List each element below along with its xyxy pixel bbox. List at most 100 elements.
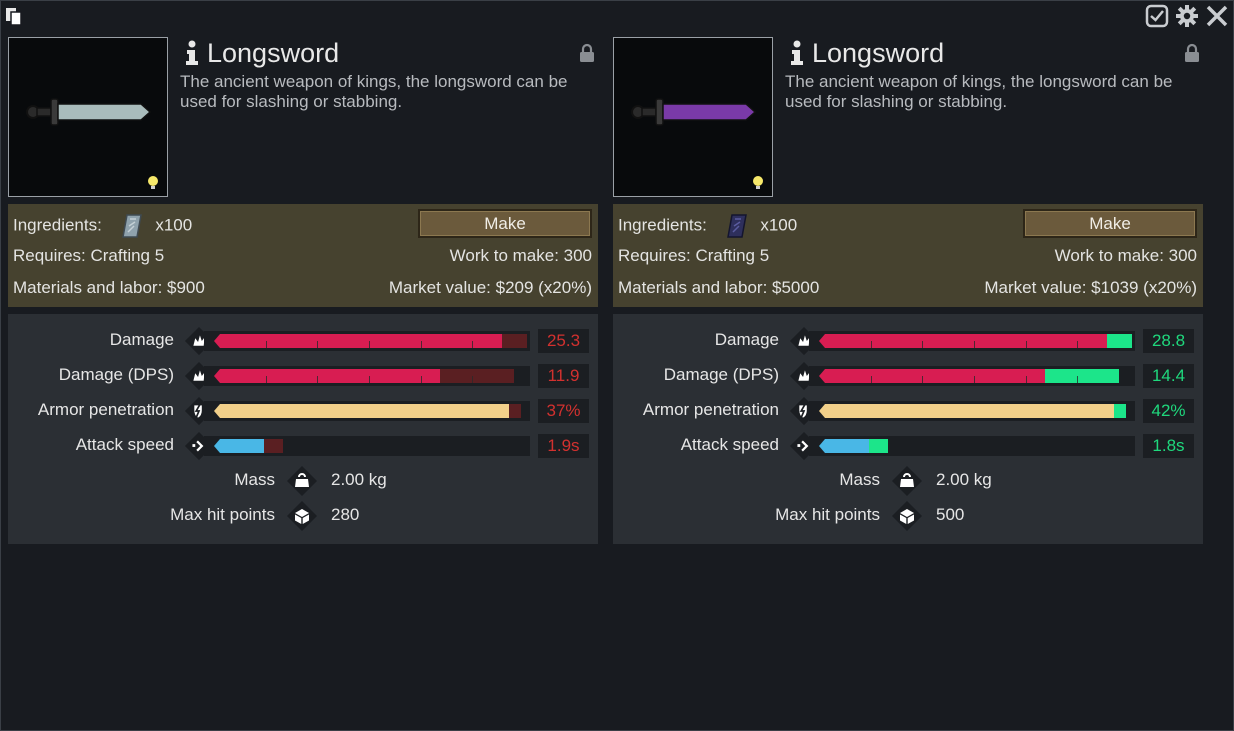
stat-attack-speed: Attack speed 1.8s xyxy=(613,431,1203,461)
item-description: The ancient weapon of kings, the longswo… xyxy=(785,72,1173,111)
stat-bar xyxy=(809,331,1135,351)
lock-icon[interactable] xyxy=(1184,43,1200,63)
stat-bar-diff xyxy=(869,439,888,453)
stats-section: Damage 25.3 Damage (DPS) 11.9 Armor pene… xyxy=(8,314,598,544)
item-thumbnail xyxy=(8,37,168,197)
stat-bar-tick xyxy=(369,341,370,348)
stat-value: 37% xyxy=(538,399,589,423)
stat-bar-tick xyxy=(974,376,975,383)
close-icon[interactable] xyxy=(1205,4,1229,28)
stat-bar-tick xyxy=(871,376,872,383)
stat-bar-tick xyxy=(1026,341,1027,348)
item-name: Longsword xyxy=(812,38,945,68)
requires-text: Requires: Crafting 5 xyxy=(618,246,770,265)
stat-damage: Damage 25.3 xyxy=(8,326,598,356)
stat-bar xyxy=(204,331,530,351)
ingredients-row: Ingredients: x100 xyxy=(13,213,192,239)
stat-value: 1.8s xyxy=(1143,434,1194,458)
stat-label: Damage (DPS) xyxy=(58,365,174,384)
work-to-make: Work to make: 300 xyxy=(1054,246,1197,265)
stat-bar-diff xyxy=(1107,334,1132,348)
stat-value: 11.9 xyxy=(538,364,589,388)
stat-mass: Mass 2.00 kg xyxy=(8,466,598,496)
stat-bar xyxy=(204,366,530,386)
stat-bar xyxy=(809,366,1135,386)
stat-bar-tick xyxy=(1026,376,1027,383)
stat-label: Attack speed xyxy=(75,435,174,454)
crafting-section: Ingredients: x100 Make Requires: Craftin… xyxy=(613,204,1203,307)
materials-labor: Materials and labor: $5000 xyxy=(618,278,820,297)
stat-value: 1.9s xyxy=(538,434,589,458)
stat-bar xyxy=(204,436,530,456)
make-button[interactable]: Make xyxy=(418,209,592,238)
ingredients-label: Ingredients: xyxy=(13,215,102,235)
hyperweave-icon xyxy=(724,213,752,239)
stat-value: 28.8 xyxy=(1143,329,1194,353)
make-button[interactable]: Make xyxy=(1023,209,1197,238)
materials-labor: Materials and labor: $900 xyxy=(13,278,205,297)
lightbulb-icon[interactable] xyxy=(751,175,765,191)
copy-icon[interactable] xyxy=(5,7,23,27)
gear-icon[interactable] xyxy=(1175,4,1199,28)
lightbulb-icon[interactable] xyxy=(146,175,160,191)
stat-label: Mass xyxy=(839,470,880,489)
stat-bar-diff xyxy=(1045,369,1119,383)
longsword-icon xyxy=(631,98,757,126)
hitpoints-icon xyxy=(286,501,318,531)
stat-damage-dps: Damage (DPS) 11.9 xyxy=(8,361,598,391)
lock-icon[interactable] xyxy=(579,43,595,63)
info-icon[interactable] xyxy=(786,40,808,66)
ingredients-label: Ingredients: xyxy=(618,215,707,235)
stat-armor-penetration: Armor penetration 37% xyxy=(8,396,598,426)
stats-section: Damage 28.8 Damage (DPS) 14.4 Armor pene… xyxy=(613,314,1203,544)
stat-value: 500 xyxy=(936,505,965,524)
stat-label: Damage (DPS) xyxy=(663,365,779,384)
stat-bar-tick xyxy=(871,341,872,348)
item-thumbnail xyxy=(613,37,773,197)
window-controls xyxy=(1145,4,1229,28)
hitpoints-icon xyxy=(891,501,923,531)
ingredient-quantity: x100 xyxy=(155,215,193,235)
stat-bar-tick xyxy=(317,341,318,348)
stat-bar-diff xyxy=(1114,404,1126,418)
stat-label: Max hit points xyxy=(170,505,275,524)
stat-armor-penetration: Armor penetration 42% xyxy=(613,396,1203,426)
stat-label: Damage xyxy=(109,330,174,349)
stat-bar-tick xyxy=(974,341,975,348)
stat-attack-speed: Attack speed 1.9s xyxy=(8,431,598,461)
stat-bar-fill xyxy=(819,439,869,453)
stat-bar-fill xyxy=(819,334,1107,348)
stat-label: Armor penetration xyxy=(642,400,779,419)
stat-bar-diff xyxy=(440,369,514,383)
steel-icon xyxy=(119,213,147,239)
stat-bar-fill xyxy=(214,439,264,453)
stat-max-hit-points: Max hit points 280 xyxy=(8,501,598,531)
info-icon[interactable] xyxy=(181,40,203,66)
checklist-icon[interactable] xyxy=(1145,4,1169,28)
market-value: Market value: $1039 (x20%) xyxy=(984,278,1197,297)
ingredients-row: Ingredients: x100 xyxy=(618,213,797,239)
stat-bar xyxy=(809,401,1135,421)
stat-value: 280 xyxy=(331,505,360,524)
requires-text: Requires: Crafting 5 xyxy=(13,246,165,265)
stat-label: Max hit points xyxy=(775,505,880,524)
stat-max-hit-points: Max hit points 500 xyxy=(613,501,1203,531)
stat-value: 2.00 kg xyxy=(936,470,992,489)
stat-value: 25.3 xyxy=(538,329,589,353)
stat-value: 14.4 xyxy=(1143,364,1194,388)
stat-label: Attack speed xyxy=(680,435,779,454)
stat-bar-diff xyxy=(264,439,283,453)
stat-bar-fill xyxy=(819,404,1114,418)
stat-bar-tick xyxy=(922,376,923,383)
stat-bar-tick xyxy=(472,341,473,348)
stat-label: Armor penetration xyxy=(37,400,174,419)
stat-bar-tick xyxy=(266,341,267,348)
stat-bar-tick xyxy=(1077,341,1078,348)
stat-damage-dps: Damage (DPS) 14.4 xyxy=(613,361,1203,391)
stat-value: 2.00 kg xyxy=(331,470,387,489)
stat-bar-fill xyxy=(819,369,1045,383)
crafting-section: Ingredients: x100 Make Requires: Craftin… xyxy=(8,204,598,307)
weight-icon xyxy=(891,466,923,496)
stat-mass: Mass 2.00 kg xyxy=(613,466,1203,496)
stat-bar-tick xyxy=(317,376,318,383)
